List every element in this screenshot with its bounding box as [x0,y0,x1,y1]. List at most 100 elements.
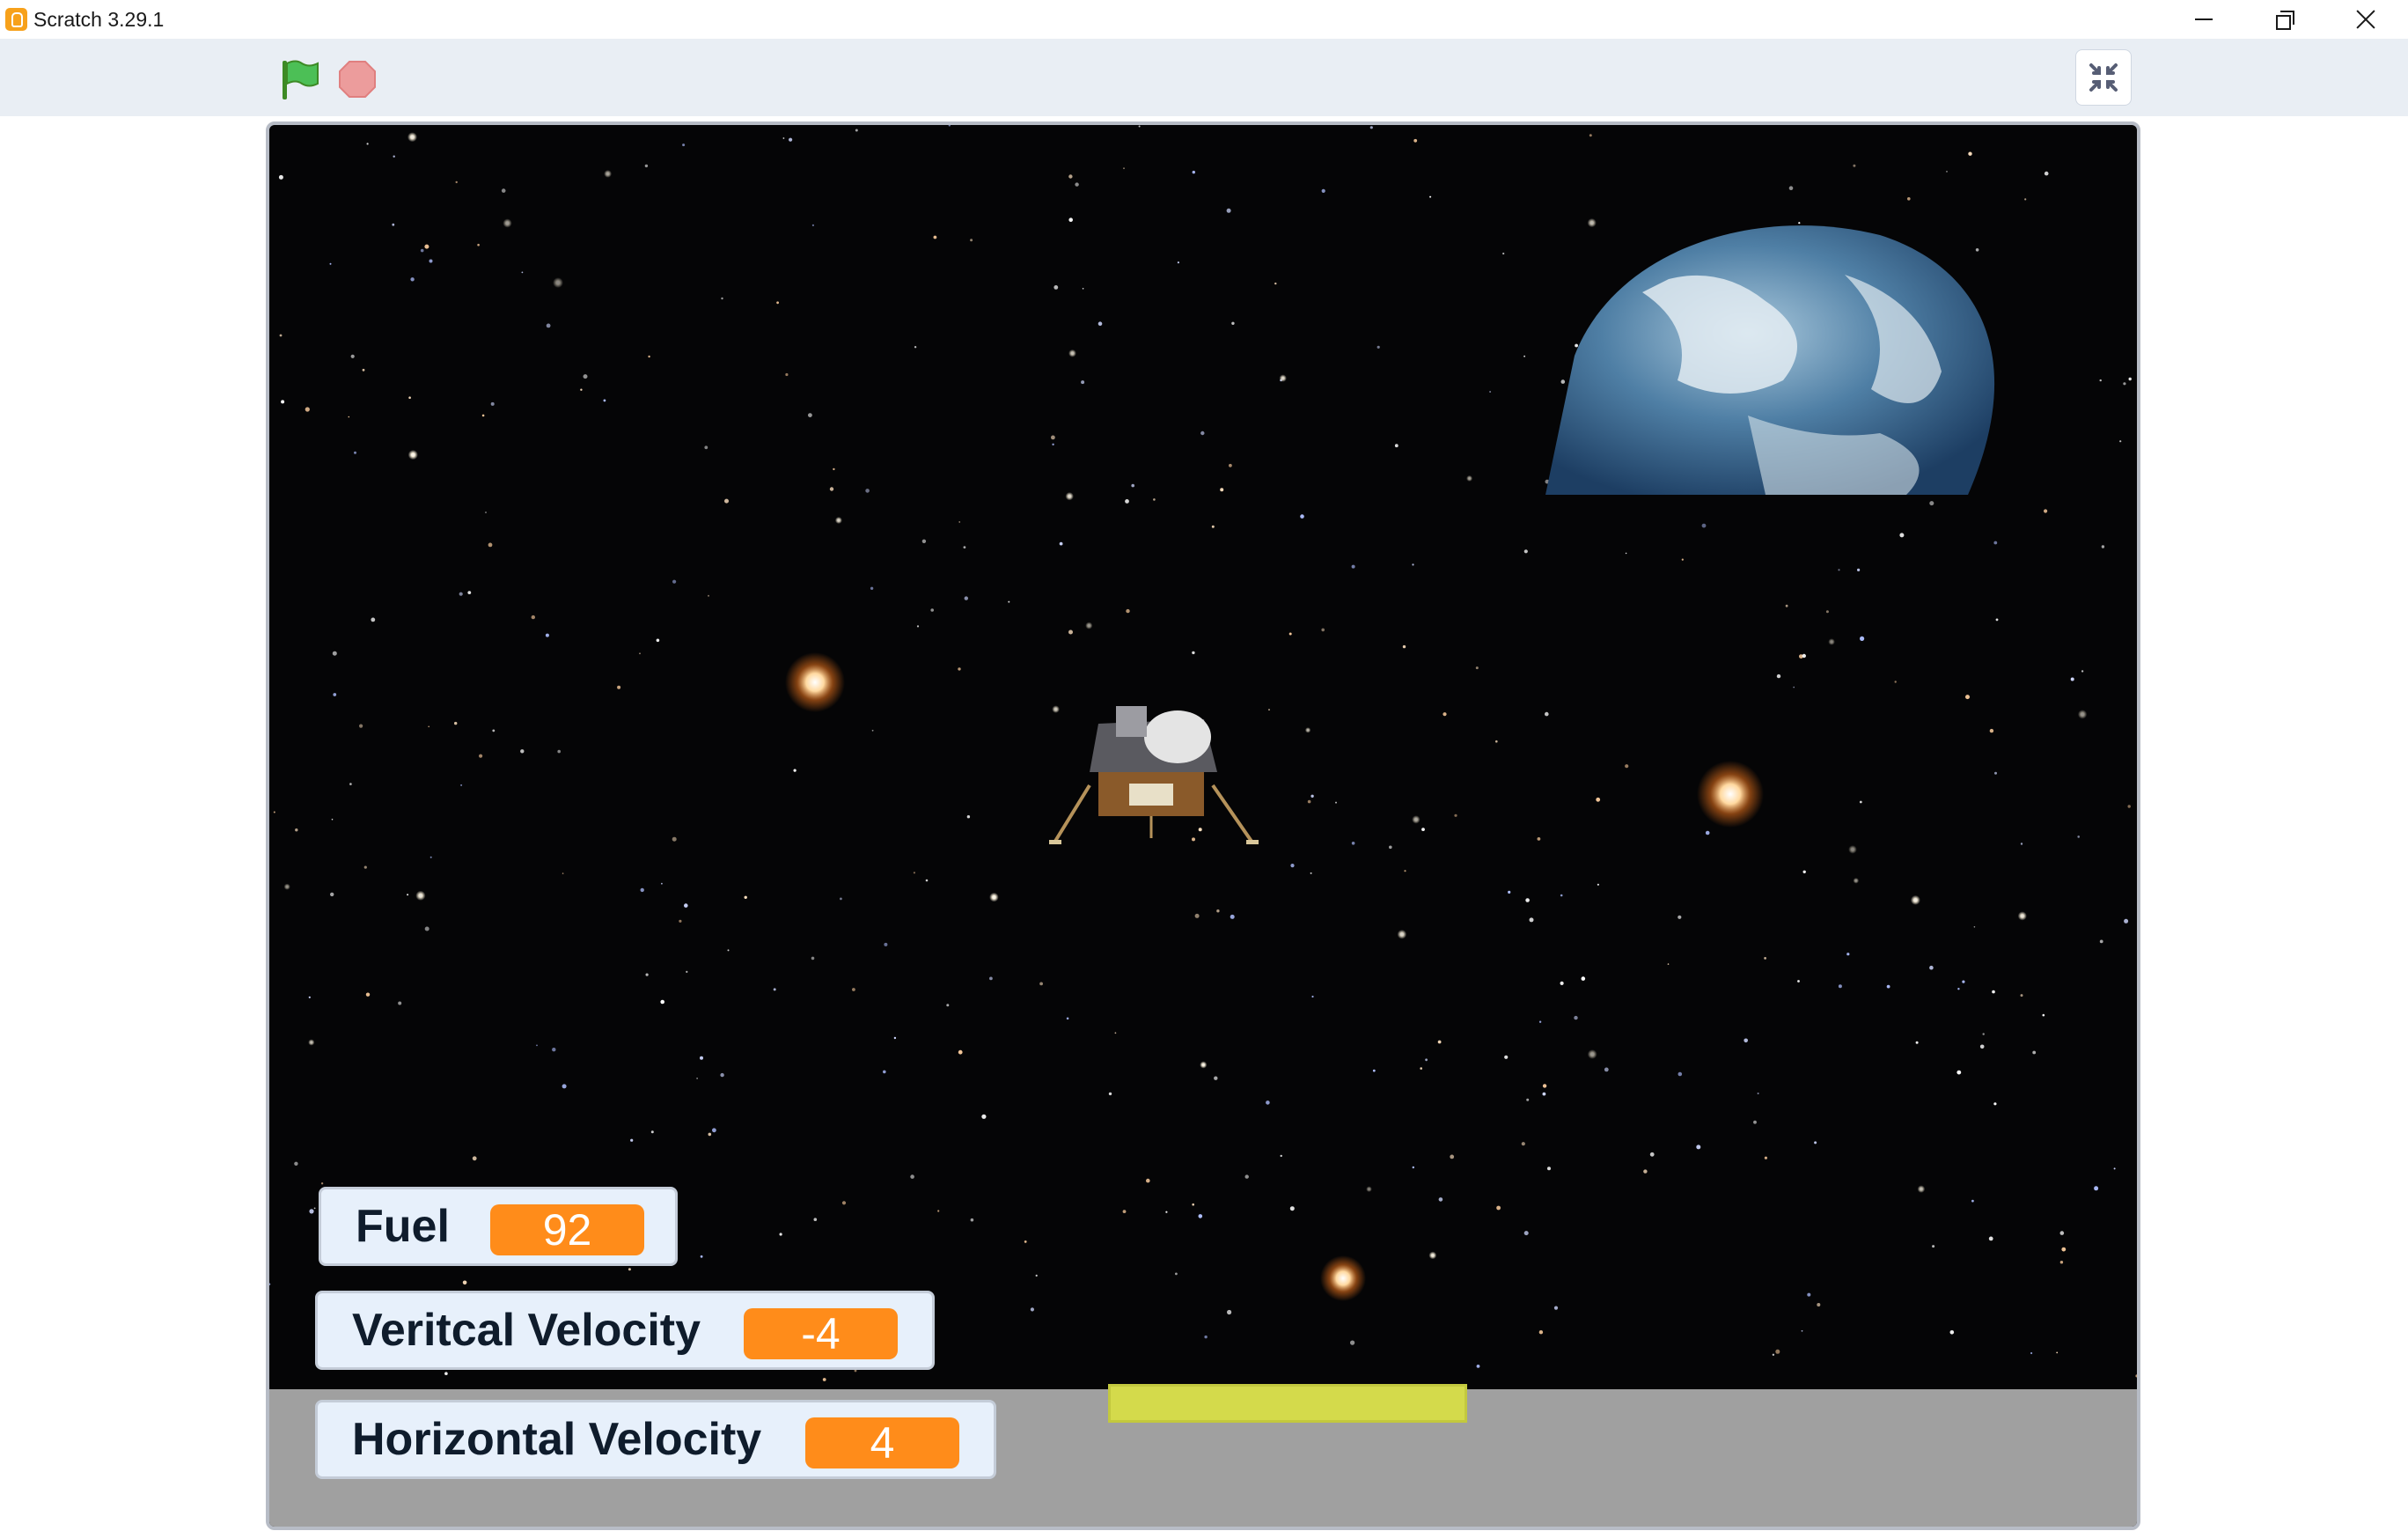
star [1793,686,1795,688]
star [656,638,660,643]
star [811,956,815,961]
star [1413,138,1418,143]
star [1589,134,1592,137]
star [1907,197,1911,201]
star [1335,801,1337,804]
star [1957,988,1960,990]
star [2101,545,2105,548]
star [1122,1210,1127,1213]
star [1649,1152,1655,1157]
star [1859,800,1862,804]
star [1971,1199,1974,1203]
star [1838,569,1840,571]
exit-fullscreen-button[interactable] [2075,49,2132,106]
star [1681,558,1684,561]
stop-sign-icon[interactable] [337,59,378,99]
earth-sprite[interactable] [1545,225,1995,495]
star [1231,321,1235,325]
star [1310,794,1314,798]
star [1625,764,1629,769]
star [1788,186,1794,190]
star [1521,1142,1525,1146]
star [1420,1067,1422,1070]
star [910,1174,914,1179]
star [700,1255,703,1258]
star [1192,651,1195,655]
star [1165,1211,1168,1213]
star [1597,883,1599,886]
star [320,1182,324,1185]
star [1052,443,1054,445]
star [2044,171,2049,176]
green-flag-icon[interactable] [280,59,320,101]
monitor-horizontal-velocity[interactable]: Horizontal Velocity 4 [315,1400,996,1479]
star [1397,930,1407,939]
star [1131,483,1134,488]
star [407,450,418,460]
monitor-fuel[interactable]: Fuel 92 [319,1187,678,1266]
monitor-label: Horizontal Velocity [352,1414,762,1465]
star [921,539,927,543]
star [1625,552,1627,555]
star [557,749,561,754]
star [520,749,525,754]
bright-stars [785,652,1764,1301]
star [870,586,874,590]
star [1508,890,1511,894]
star [1082,288,1084,290]
minimize-button[interactable] [2163,0,2244,39]
star [1114,1032,1117,1034]
star [1288,632,1292,636]
star [1993,1102,1997,1106]
star [789,137,793,142]
star [628,1268,631,1271]
star [933,235,937,239]
star [1307,799,1311,804]
star [682,144,686,147]
star [536,1044,538,1047]
star [1537,837,1541,841]
star [1587,218,1597,228]
star [1989,728,1994,733]
star [1504,1055,1509,1059]
restore-button[interactable] [2244,0,2325,39]
star [1547,1167,1551,1171]
star [279,334,283,337]
star [1068,349,1076,357]
star [696,1078,698,1079]
lunar-module-sprite[interactable] [1049,706,1259,844]
star [1542,1092,1546,1096]
star [1643,1169,1648,1174]
star [1545,711,1549,717]
star [1838,984,1842,989]
star [349,783,352,785]
landing-pad-sprite[interactable] [1108,1384,1467,1423]
star [503,218,512,228]
star [964,596,968,600]
star [1988,1236,1993,1241]
star [1066,1017,1069,1020]
star [444,1372,448,1375]
star [366,143,369,145]
monitor-vertical-velocity[interactable]: Veritcal Velocity -4 [315,1291,935,1370]
star [724,498,729,504]
star [1992,990,1995,994]
star [362,368,365,372]
star [1311,995,1314,998]
star [1853,164,1856,167]
star [708,594,709,597]
star [1279,374,1287,382]
star [1696,1145,1701,1150]
star [679,919,682,923]
star [1008,600,1010,603]
stage[interactable]: Fuel 92 Veritcal Velocity -4 Horizontal … [266,121,2140,1530]
star [970,239,973,242]
star [1596,797,1601,802]
star [545,633,549,637]
star [1982,1033,1985,1035]
close-button[interactable] [2325,0,2406,39]
star [650,1130,654,1134]
star [785,372,789,377]
star [1404,870,1406,872]
star [1915,1041,1919,1044]
